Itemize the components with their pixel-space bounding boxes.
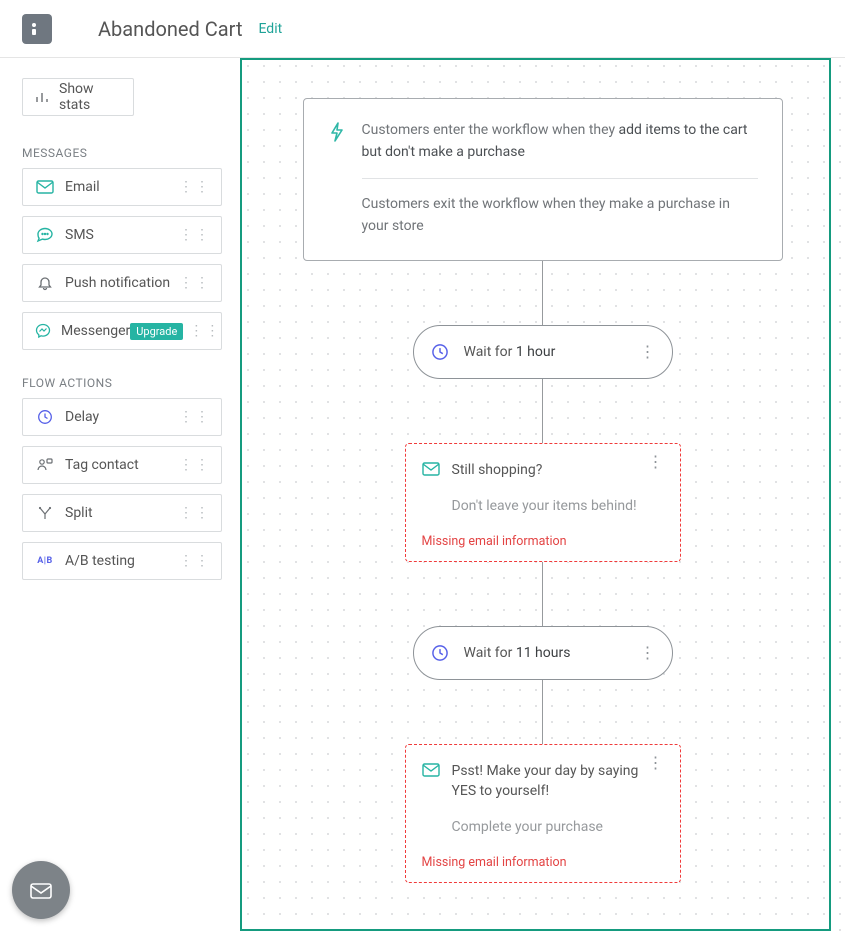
connector xyxy=(542,680,543,744)
palette-item-ab-testing[interactable]: A|B A/B testing xyxy=(22,542,222,580)
mail-open-icon xyxy=(27,876,55,904)
email-node-title: Still shopping? xyxy=(452,460,648,480)
email-node-1[interactable]: Still shopping? Don't leave your items b… xyxy=(405,443,681,562)
connector xyxy=(542,379,543,443)
more-icon[interactable] xyxy=(648,460,664,464)
upgrade-badge[interactable]: Upgrade xyxy=(130,323,183,340)
app-logo xyxy=(22,14,52,44)
divider xyxy=(362,178,758,179)
show-stats-button[interactable]: Show stats xyxy=(22,78,134,116)
palette-item-tag-contact[interactable]: Tag contact xyxy=(22,446,222,484)
palette-item-label: Push notification xyxy=(65,275,179,291)
palette-item-delay[interactable]: Delay xyxy=(22,398,222,436)
connector xyxy=(542,562,543,626)
drag-handle-icon[interactable] xyxy=(179,184,211,190)
palette-item-label: Delay xyxy=(65,409,179,425)
email-node-subtitle: Don't leave your items behind! xyxy=(452,498,664,514)
trigger-exit-text: Customers exit the workflow when they ma… xyxy=(362,193,758,238)
drag-handle-icon[interactable] xyxy=(189,328,221,334)
drag-handle-icon[interactable] xyxy=(179,510,211,516)
delay-node-1[interactable]: Wait for 1 hour xyxy=(413,325,673,379)
messenger-icon xyxy=(35,323,51,339)
mail-icon xyxy=(422,763,440,777)
edit-link[interactable]: Edit xyxy=(258,21,282,37)
trigger-card[interactable]: Customers enter the workflow when they a… xyxy=(303,98,783,261)
email-node-2[interactable]: Psst! Make your day by saying YES to you… xyxy=(405,744,681,884)
email-node-error: Missing email information xyxy=(422,534,664,549)
page-title: Abandoned Cart xyxy=(98,17,242,41)
ab-testing-icon: A|B xyxy=(35,556,55,566)
trigger-exit-prefix: Customers exit the workflow when they xyxy=(362,196,610,212)
palette-item-split[interactable]: Split xyxy=(22,494,222,532)
drag-handle-icon[interactable] xyxy=(179,280,211,286)
more-icon[interactable] xyxy=(640,651,656,655)
chat-icon xyxy=(35,227,55,243)
palette-item-label: Email xyxy=(65,179,179,195)
delay-label: Wait for 1 hour xyxy=(464,344,640,360)
clock-icon xyxy=(430,343,450,361)
drag-handle-icon[interactable] xyxy=(179,232,211,238)
palette-item-label: Tag contact xyxy=(65,457,179,473)
palette-item-email[interactable]: Email xyxy=(22,168,222,206)
drag-handle-icon[interactable] xyxy=(179,558,211,564)
palette-item-label: SMS xyxy=(65,227,179,243)
more-icon[interactable] xyxy=(640,350,656,354)
bell-icon xyxy=(35,275,55,291)
split-icon xyxy=(35,505,55,521)
palette-item-label: A/B testing xyxy=(65,553,179,569)
drag-handle-icon[interactable] xyxy=(179,462,211,468)
drag-handle-icon[interactable] xyxy=(179,414,211,420)
more-icon[interactable] xyxy=(648,761,664,765)
palette-item-label: Split xyxy=(65,505,179,521)
trigger-icon xyxy=(328,121,348,164)
clock-icon xyxy=(430,644,450,662)
app-header: Abandoned Cart Edit xyxy=(0,0,845,58)
delay-value: 1 hour xyxy=(516,344,556,360)
delay-prefix: Wait for xyxy=(464,645,516,661)
palette-item-push[interactable]: Push notification xyxy=(22,264,222,302)
sidebar: Show stats MESSAGES Email SMS Push notif… xyxy=(0,58,240,931)
tag-contact-icon xyxy=(35,457,55,473)
flow-section-label: FLOW ACTIONS xyxy=(22,376,218,390)
messages-section-label: MESSAGES xyxy=(22,146,218,160)
trigger-enter-prefix: Customers enter the workflow when they xyxy=(362,122,619,138)
email-node-title: Psst! Make your day by saying YES to you… xyxy=(452,761,648,802)
palette-item-sms[interactable]: SMS xyxy=(22,216,222,254)
mail-icon xyxy=(422,462,440,476)
clock-icon xyxy=(35,409,55,425)
stats-icon xyxy=(35,90,49,104)
email-node-subtitle: Complete your purchase xyxy=(452,819,664,835)
workflow-canvas[interactable]: Customers enter the workflow when they a… xyxy=(240,58,845,931)
mail-icon xyxy=(35,180,55,194)
connector xyxy=(542,261,543,325)
trigger-enter-text: Customers enter the workflow when they a… xyxy=(362,119,758,164)
show-stats-label: Show stats xyxy=(59,81,121,113)
palette-item-messenger[interactable]: Messenger Upgrade xyxy=(22,312,222,350)
delay-value: 11 hours xyxy=(516,645,571,661)
support-chat-button[interactable] xyxy=(12,861,70,919)
email-node-error: Missing email information xyxy=(422,855,664,870)
delay-prefix: Wait for xyxy=(464,344,516,360)
delay-label: Wait for 11 hours xyxy=(464,645,640,661)
delay-node-2[interactable]: Wait for 11 hours xyxy=(413,626,673,680)
palette-item-label: Messenger xyxy=(61,323,130,339)
